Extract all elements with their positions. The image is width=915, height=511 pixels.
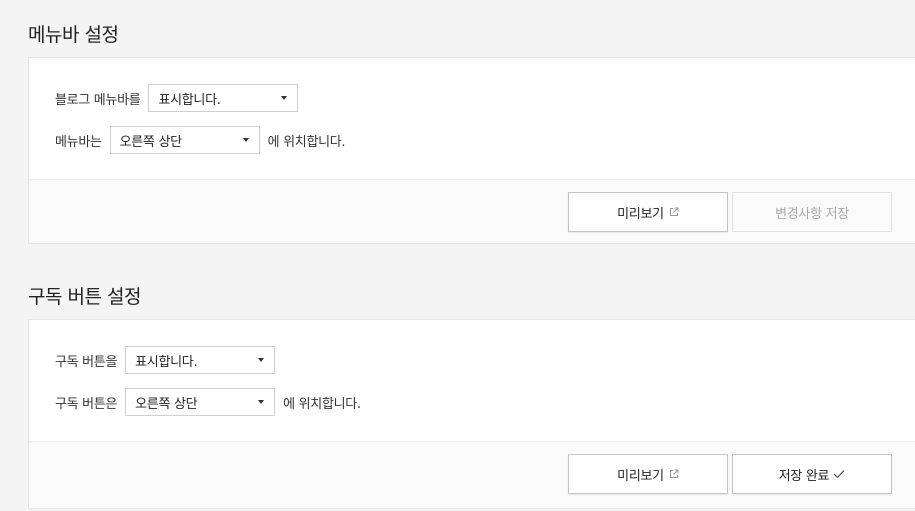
subscribe-position-label: 구독 버튼은 <box>55 396 118 412</box>
subscribe-display-row: 구독 버튼을 표시합니다. <box>55 346 276 374</box>
subscribe-preview-label: 미리보기 <box>617 468 664 484</box>
subscribe-position-select-value: 오른쪽 상단 <box>135 396 198 412</box>
subscribe-display-select-value: 표시합니다. <box>135 354 198 370</box>
caret-down-icon <box>258 400 265 404</box>
subscribe-position-suffix: 에 위치합니다. <box>283 396 361 412</box>
caret-down-icon <box>242 138 249 142</box>
menubar-display-label: 블로그 메뉴바를 <box>55 92 141 108</box>
menubar-position-suffix: 에 위치합니다. <box>267 134 346 150</box>
menubar-display-select-value: 표시합니다. <box>158 92 221 108</box>
menubar-position-row: 메뉴바는 오른쪽 상단 에 위치합니다. <box>55 126 346 154</box>
caret-down-icon <box>258 358 265 362</box>
subscribe-display-select[interactable]: 표시합니다. <box>125 346 276 374</box>
menubar-position-label: 메뉴바는 <box>55 134 102 150</box>
subscribe-settings-body: 구독 버튼을 표시합니다. 구독 버튼은 오른쪽 상단 에 위치합니다. <box>29 320 915 441</box>
subscribe-preview-button[interactable]: 미리보기 <box>568 454 728 494</box>
subscribe-save-button[interactable]: 저장 완료 <box>732 454 892 494</box>
menubar-position-select-value: 오른쪽 상단 <box>119 134 182 150</box>
menubar-save-label: 변경사항 저장 <box>775 206 849 222</box>
menubar-settings-footer: 미리보기 변경사항 저장 <box>29 179 915 243</box>
menubar-save-button[interactable]: 변경사항 저장 <box>732 192 892 232</box>
subscribe-position-row: 구독 버튼은 오른쪽 상단 에 위치합니다. <box>55 388 361 416</box>
subscribe-display-label: 구독 버튼을 <box>55 354 118 370</box>
subscribe-settings-card: 구독 버튼을 표시합니다. 구독 버튼은 오른쪽 상단 에 위치합니다. 미리보… <box>28 319 915 509</box>
caret-down-icon <box>281 96 288 100</box>
menubar-display-row: 블로그 메뉴바를 표시합니다. <box>55 84 299 112</box>
subscribe-position-select[interactable]: 오른쪽 상단 <box>125 388 276 416</box>
external-link-icon <box>669 207 679 216</box>
menubar-settings-body: 블로그 메뉴바를 표시합니다. 메뉴바는 오른쪽 상단 에 위치합니다. <box>29 58 915 179</box>
menubar-preview-button[interactable]: 미리보기 <box>568 192 728 232</box>
menubar-position-select[interactable]: 오른쪽 상단 <box>109 126 260 154</box>
menubar-settings-card: 블로그 메뉴바를 표시합니다. 메뉴바는 오른쪽 상단 에 위치합니다. 미리보… <box>28 57 915 244</box>
subscribe-settings-footer: 미리보기 저장 완료 <box>29 441 915 508</box>
external-link-icon <box>669 469 679 478</box>
subscribe-save-label: 저장 완료 <box>778 468 830 484</box>
menubar-display-select[interactable]: 표시합니다. <box>148 84 299 112</box>
check-icon <box>833 470 845 479</box>
menubar-section-title: 메뉴바 설정 <box>28 24 119 46</box>
menubar-preview-label: 미리보기 <box>617 206 664 222</box>
subscribe-section-title: 구독 버튼 설정 <box>28 286 141 308</box>
